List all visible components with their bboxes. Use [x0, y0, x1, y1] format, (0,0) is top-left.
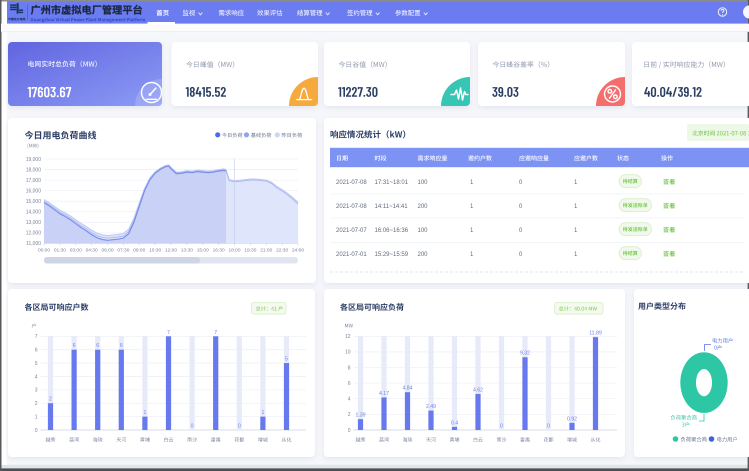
svg-text:0: 0: [238, 424, 241, 430]
svg-text:14:11~14:41: 14:11~14:41: [375, 204, 409, 210]
svg-text:00:00: 00:00: [38, 248, 50, 254]
svg-text:8: 8: [348, 365, 351, 371]
svg-text:2021-07-07: 2021-07-07: [336, 228, 367, 234]
svg-text:6: 6: [96, 343, 99, 349]
svg-text:1: 1: [35, 414, 38, 420]
svg-text:2: 2: [348, 412, 351, 418]
svg-text:100: 100: [418, 180, 429, 186]
svg-text:12,000: 12,000: [26, 231, 42, 237]
svg-text:7: 7: [167, 330, 170, 336]
svg-text:10:30: 10:30: [149, 248, 161, 254]
svg-text:03:00: 03:00: [70, 248, 82, 254]
svg-text:9.32: 9.32: [520, 351, 530, 357]
svg-text:18:00: 18:00: [228, 248, 240, 254]
svg-text:2: 2: [49, 397, 52, 403]
svg-text:09:00: 09:00: [133, 248, 145, 254]
svg-text:200: 200: [418, 204, 429, 210]
svg-text:2: 2: [35, 401, 38, 407]
svg-text:5: 5: [35, 361, 38, 367]
svg-text:2021-07-08: 2021-07-08: [336, 180, 367, 186]
svg-text:0: 0: [348, 428, 351, 434]
svg-text:11.89: 11.89: [589, 331, 602, 337]
svg-text:100: 100: [418, 228, 429, 234]
svg-text:6: 6: [120, 343, 123, 349]
svg-text:1.39: 1.39: [355, 413, 365, 419]
svg-text:15:29~15:59: 15:29~15:59: [375, 252, 409, 258]
svg-text:12: 12: [345, 334, 351, 340]
svg-text:4.17: 4.17: [379, 391, 389, 397]
svg-text:0: 0: [191, 424, 194, 430]
svg-text:01:30: 01:30: [54, 248, 66, 254]
svg-text:3: 3: [35, 388, 38, 394]
svg-text:4: 4: [348, 397, 351, 403]
svg-text:0.4: 0.4: [451, 420, 458, 426]
svg-text:13,000: 13,000: [26, 220, 42, 226]
svg-text:19,000: 19,000: [26, 157, 42, 163]
svg-text:14,000: 14,000: [26, 210, 42, 216]
svg-text:6: 6: [35, 347, 38, 353]
svg-text:0: 0: [500, 424, 503, 430]
svg-text:0: 0: [547, 424, 550, 430]
svg-text:2021-07-01: 2021-07-01: [336, 252, 367, 258]
svg-text:5: 5: [285, 357, 288, 363]
svg-text:16:30: 16:30: [213, 248, 225, 254]
svg-text:4.84: 4.84: [402, 386, 412, 392]
svg-text:22:30: 22:30: [276, 248, 288, 254]
svg-text:4: 4: [35, 374, 38, 380]
svg-text:21:00: 21:00: [260, 248, 272, 254]
svg-text:6: 6: [348, 381, 351, 387]
svg-text:10: 10: [345, 350, 351, 356]
svg-text:11,000: 11,000: [26, 241, 41, 247]
svg-text:15:00: 15:00: [197, 248, 209, 254]
svg-text:13:30: 13:30: [181, 248, 193, 254]
svg-text:15,000: 15,000: [26, 199, 42, 205]
svg-text:16:06~16:36: 16:06~16:36: [375, 228, 409, 234]
svg-text:0.92: 0.92: [567, 416, 577, 422]
svg-text:12:00: 12:00: [165, 248, 177, 254]
svg-text:16,000: 16,000: [26, 188, 42, 194]
svg-text:04:30: 04:30: [86, 248, 98, 254]
svg-text:200: 200: [418, 252, 429, 258]
svg-text:6: 6: [73, 343, 76, 349]
svg-text:1: 1: [143, 410, 146, 416]
svg-text:17:31~18:01: 17:31~18:01: [375, 180, 409, 186]
svg-text:18,000: 18,000: [26, 167, 42, 173]
svg-text:0: 0: [35, 428, 38, 434]
svg-text:24:00: 24:00: [292, 248, 304, 254]
svg-text:17,000: 17,000: [26, 178, 42, 184]
svg-text:4.62: 4.62: [473, 387, 483, 393]
svg-text:7: 7: [214, 330, 217, 336]
svg-text:07:30: 07:30: [117, 248, 129, 254]
svg-text:19:30: 19:30: [244, 248, 256, 254]
svg-text:2021-07-08: 2021-07-08: [336, 204, 367, 210]
svg-text:7: 7: [35, 334, 38, 340]
svg-text:06:00: 06:00: [101, 248, 113, 254]
svg-text:1: 1: [261, 410, 264, 416]
svg-text:2.49: 2.49: [426, 404, 436, 410]
